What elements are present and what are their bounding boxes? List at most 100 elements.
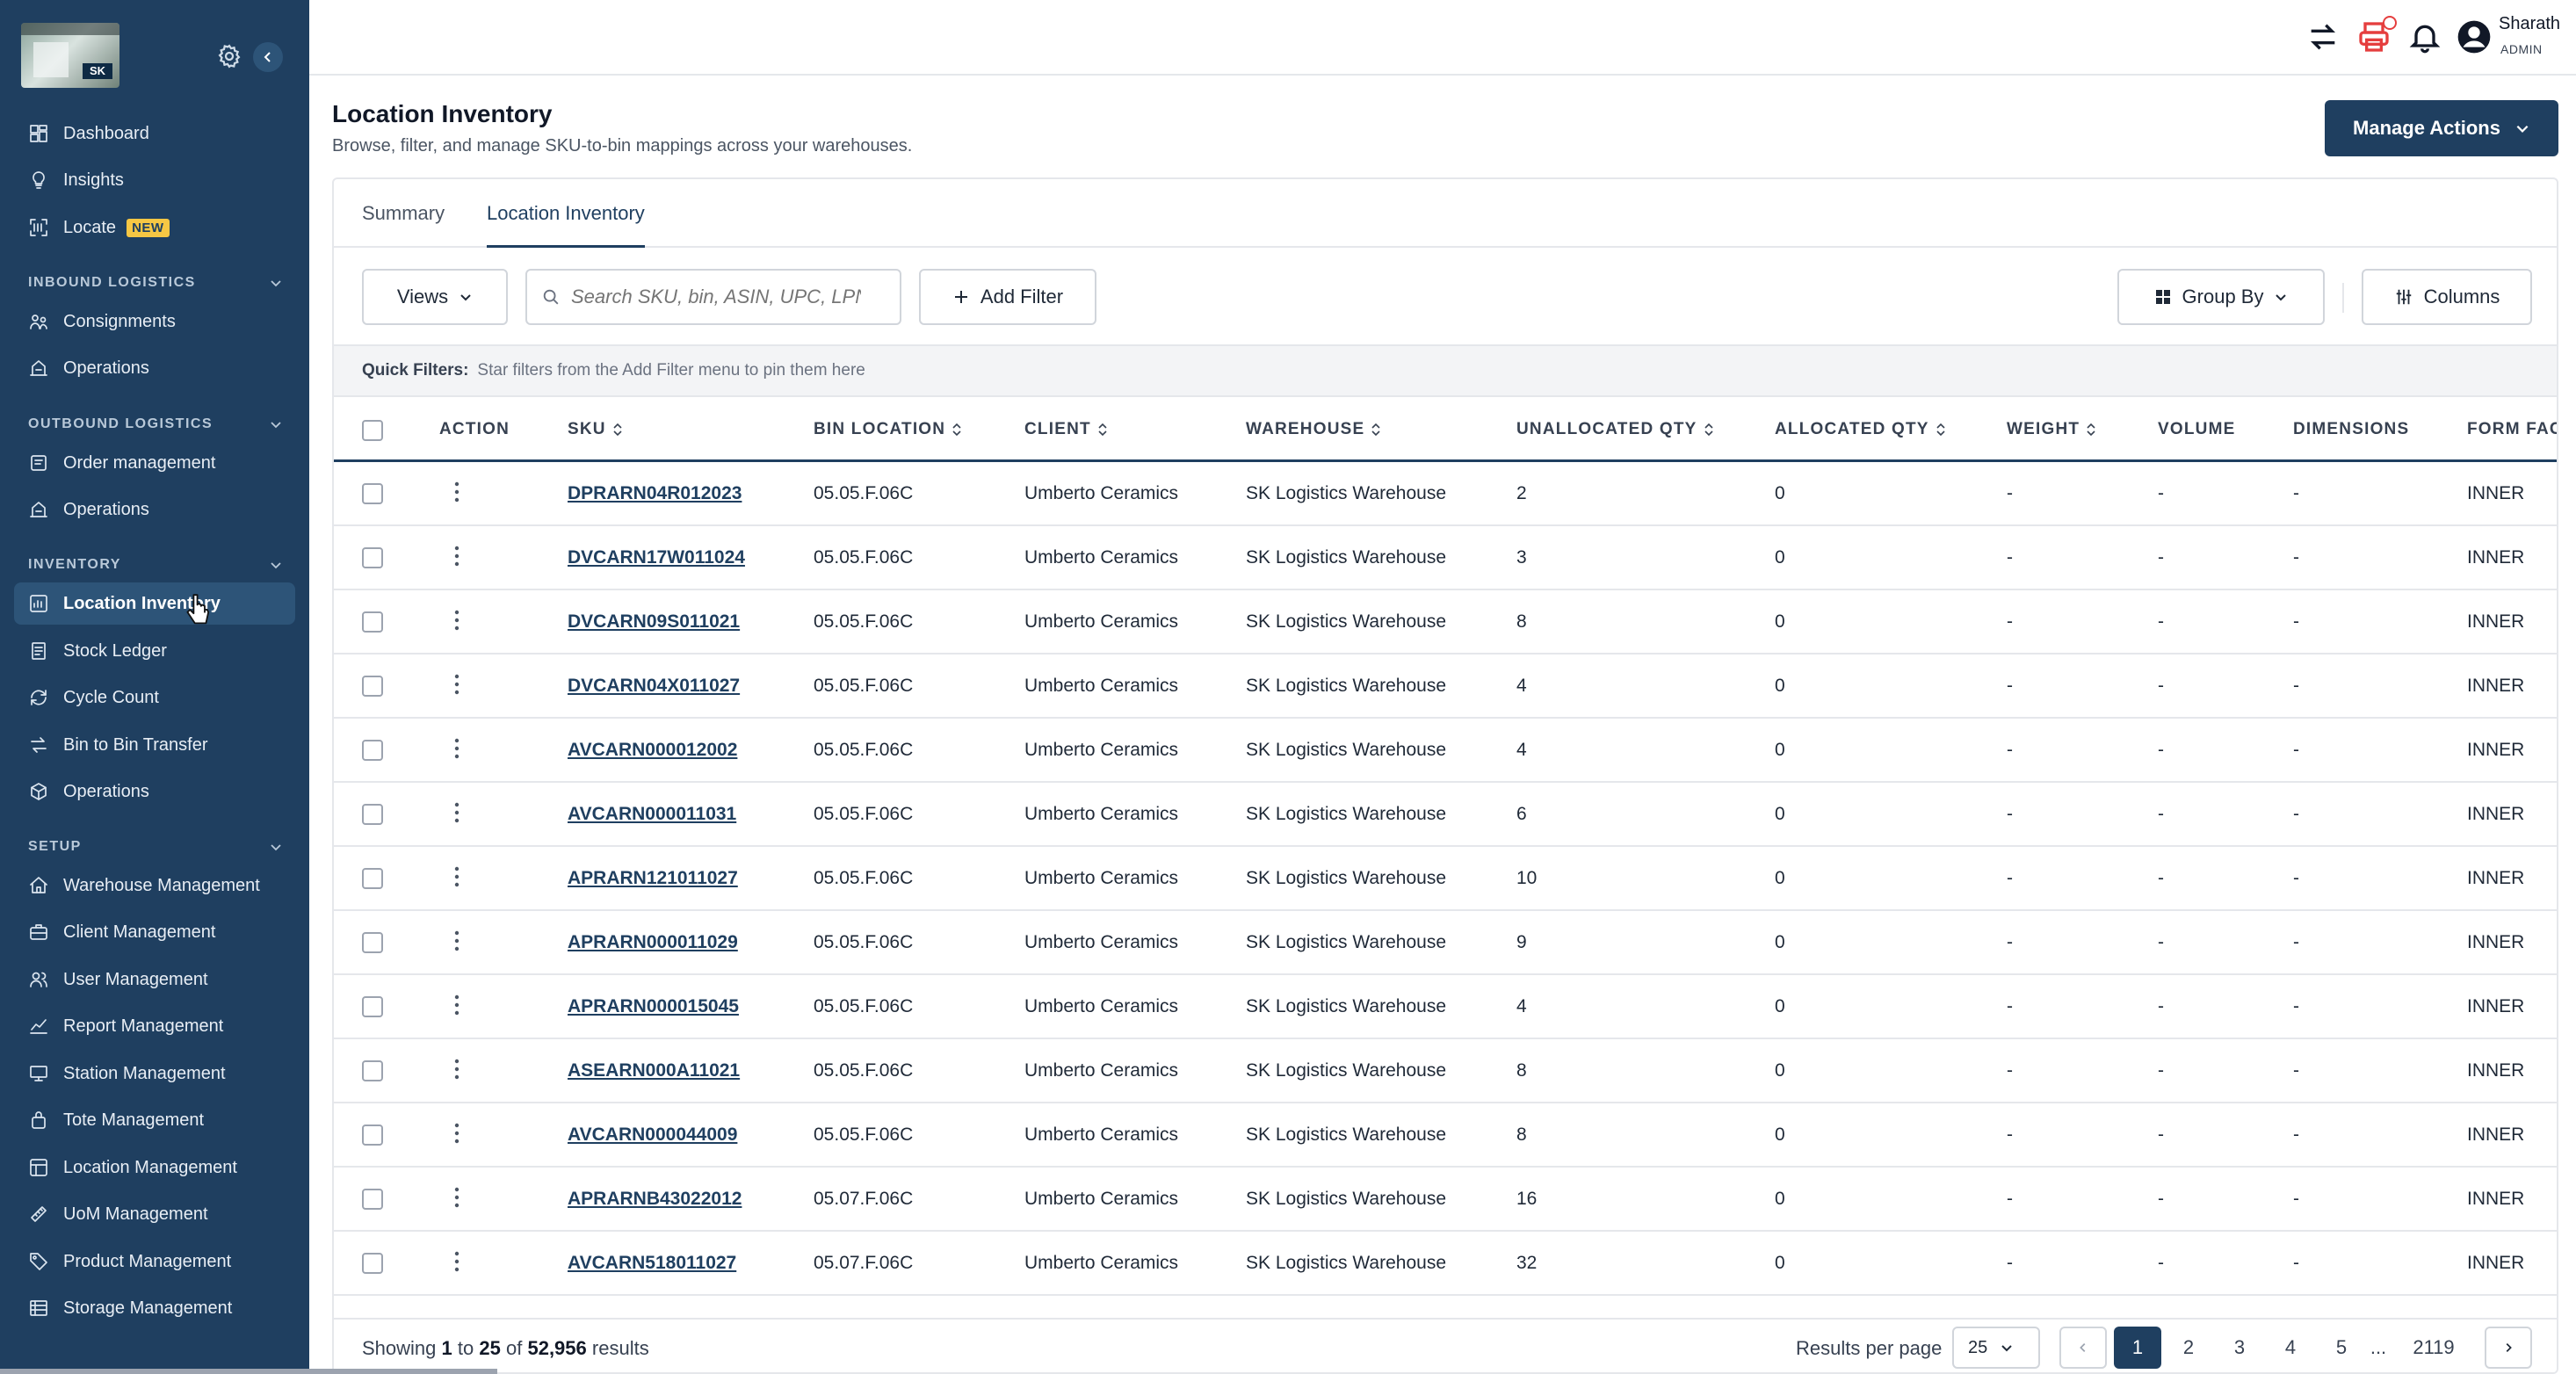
sidebar-item-uom-management[interactable]: UoM Management xyxy=(14,1193,295,1235)
table-row[interactable]: APRARN121011027 05.05.F.06C Umberto Cerami… xyxy=(334,847,2557,911)
user-avatar-icon[interactable] xyxy=(2457,19,2492,54)
page-3-button[interactable]: 3 xyxy=(2216,1327,2263,1369)
row-checkbox[interactable] xyxy=(362,1060,383,1081)
sku-link[interactable]: APRARN000011029 xyxy=(568,932,738,953)
kebab-menu-icon[interactable] xyxy=(453,1057,460,1081)
tab-summary[interactable]: Summary xyxy=(362,202,445,248)
group-by-button[interactable]: Group By xyxy=(2117,269,2325,325)
next-page-button[interactable] xyxy=(2485,1327,2532,1369)
results-per-page-select[interactable]: 25 xyxy=(1952,1327,2040,1369)
sidebar-collapse-button[interactable] xyxy=(253,42,283,72)
sidebar-item-station-management[interactable]: Station Management xyxy=(14,1052,295,1095)
kebab-menu-icon[interactable] xyxy=(453,864,460,889)
table-row[interactable]: DVCARN04X011027 05.05.F.06C Umberto Cerami… xyxy=(334,654,2557,719)
sidebar-item-report-management[interactable]: Report Management xyxy=(14,1005,295,1047)
sku-link[interactable]: AVCARN000044009 xyxy=(568,1125,737,1146)
sidebar-item-operations[interactable]: Operations xyxy=(14,770,295,813)
sku-link[interactable]: AVCARN518011027 xyxy=(568,1253,736,1274)
switch-arrows-icon[interactable] xyxy=(2305,19,2341,54)
table-row[interactable]: APRARNB43022012 05.07.F.06C Umberto Cerami… xyxy=(334,1168,2557,1232)
page-5-button[interactable]: 5 xyxy=(2318,1327,2365,1369)
horizontal-scrollbar[interactable] xyxy=(0,1369,497,1374)
sidebar-item-insights[interactable]: Insights xyxy=(14,159,295,201)
col-sku[interactable]: SKU xyxy=(568,420,624,439)
page-2-button[interactable]: 2 xyxy=(2165,1327,2212,1369)
kebab-menu-icon[interactable] xyxy=(453,608,460,633)
sidebar-item-consignments[interactable]: Consignments xyxy=(14,300,295,343)
table-row[interactable]: ASEARN000A11021 05.05.F.06C Umberto Cerami… xyxy=(334,1039,2557,1103)
row-checkbox[interactable] xyxy=(362,611,383,633)
sidebar-item-cycle-count[interactable]: Cycle Count xyxy=(14,676,295,719)
bell-icon[interactable] xyxy=(2407,19,2442,54)
user-name[interactable]: Sharath xyxy=(2499,14,2560,34)
row-checkbox[interactable] xyxy=(362,483,383,504)
sku-link[interactable]: ASEARN000A11021 xyxy=(568,1060,740,1081)
sku-link[interactable]: APRARNB43022012 xyxy=(568,1189,742,1210)
row-checkbox[interactable] xyxy=(362,1189,383,1210)
table-row[interactable]: APRARN000011029 05.05.F.06C Umberto Cerami… xyxy=(334,911,2557,975)
col-weight[interactable]: WEIGHT xyxy=(2007,420,2097,439)
sku-link[interactable]: AVCARN000011031 xyxy=(568,804,736,825)
row-checkbox[interactable] xyxy=(362,547,383,568)
row-checkbox[interactable] xyxy=(362,932,383,953)
views-button[interactable]: Views xyxy=(362,269,508,325)
sidebar-item-user-management[interactable]: User Management xyxy=(14,958,295,1001)
table-row[interactable]: DPRARN04R012023 05.05.F.06C Umberto Cerami… xyxy=(334,462,2557,526)
page-last-button[interactable]: 2119 xyxy=(2399,1327,2469,1369)
kebab-menu-icon[interactable] xyxy=(453,480,460,504)
table-row[interactable]: DVCARN17W011024 05.05.F.06C Umberto Cerami… xyxy=(334,526,2557,590)
sidebar-item-storage-management[interactable]: Storage Management xyxy=(14,1287,295,1329)
sku-link[interactable]: APRARN121011027 xyxy=(568,868,738,889)
sidebar-item-stock-ledger[interactable]: Stock Ledger xyxy=(14,630,295,672)
table-row[interactable]: AVCARN518011027 05.07.F.06C Umberto Cerami… xyxy=(334,1232,2557,1296)
sku-link[interactable]: DVCARN17W011024 xyxy=(568,547,745,568)
sidebar-item-bin-to-bin-transfer[interactable]: Bin to Bin Transfer xyxy=(14,724,295,766)
kebab-menu-icon[interactable] xyxy=(453,1121,460,1146)
sidebar-item-locate[interactable]: Locate NEW xyxy=(14,206,295,249)
sidebar-item-client-management[interactable]: Client Management xyxy=(14,911,295,953)
section-setup[interactable]: SETUP xyxy=(28,836,283,857)
sidebar-item-location-inventory[interactable]: Location Inventory xyxy=(14,582,295,625)
row-checkbox[interactable] xyxy=(362,1125,383,1146)
kebab-menu-icon[interactable] xyxy=(453,993,460,1017)
sidebar-item-order-management[interactable]: Order management xyxy=(14,442,295,484)
kebab-menu-icon[interactable] xyxy=(453,929,460,953)
kebab-menu-icon[interactable] xyxy=(453,544,460,568)
col-client[interactable]: CLIENT xyxy=(1024,420,1109,439)
col-bin-location[interactable]: BIN LOCATION xyxy=(814,420,963,439)
table-row[interactable]: AVCARN000044009 05.05.F.06C Umberto Cerami… xyxy=(334,1103,2557,1168)
row-checkbox[interactable] xyxy=(362,868,383,889)
search-box[interactable] xyxy=(525,269,901,325)
add-filter-button[interactable]: Add Filter xyxy=(919,269,1096,325)
gear-icon[interactable] xyxy=(216,43,242,69)
company-logo[interactable]: SK xyxy=(21,23,119,88)
col-allocated-qty[interactable]: ALLOCATED QTY xyxy=(1775,420,1947,439)
col-warehouse[interactable]: WAREHOUSE xyxy=(1246,420,1382,439)
sku-link[interactable]: AVCARN000012002 xyxy=(568,740,737,761)
columns-button[interactable]: Columns xyxy=(2362,269,2532,325)
table-row[interactable]: APRARN000015045 05.05.F.06C Umberto Cerami… xyxy=(334,975,2557,1039)
sidebar-item-operations[interactable]: Operations xyxy=(14,488,295,531)
kebab-menu-icon[interactable] xyxy=(453,736,460,761)
section-inventory[interactable]: INVENTORY xyxy=(28,554,283,575)
sidebar-item-operations[interactable]: Operations xyxy=(14,347,295,389)
tab-location-inventory[interactable]: Location Inventory xyxy=(487,202,645,248)
table-row[interactable]: AVCARN000012002 05.05.F.06C Umberto Cerami… xyxy=(334,719,2557,783)
table-row[interactable]: AVCARN000011031 05.05.F.06C Umberto Cerami… xyxy=(334,783,2557,847)
sku-link[interactable]: DVCARN04X011027 xyxy=(568,676,740,697)
row-checkbox[interactable] xyxy=(362,804,383,825)
sku-link[interactable]: APRARN000015045 xyxy=(568,996,739,1017)
sidebar-item-tote-management[interactable]: Tote Management xyxy=(14,1099,295,1141)
section-outbound-logistics[interactable]: OUTBOUND LOGISTICS xyxy=(28,414,283,435)
kebab-menu-icon[interactable] xyxy=(453,1185,460,1210)
page-1-button[interactable]: 1 xyxy=(2114,1327,2161,1369)
manage-actions-button[interactable]: Manage Actions xyxy=(2325,100,2558,156)
sidebar-item-location-management[interactable]: Location Management xyxy=(14,1146,295,1189)
search-input[interactable] xyxy=(571,286,861,308)
row-checkbox[interactable] xyxy=(362,996,383,1017)
select-all-checkbox[interactable] xyxy=(362,420,383,441)
prev-page-button[interactable] xyxy=(2059,1327,2107,1369)
sidebar-item-warehouse-management[interactable]: Warehouse Management xyxy=(14,864,295,907)
page-4-button[interactable]: 4 xyxy=(2267,1327,2314,1369)
kebab-menu-icon[interactable] xyxy=(453,672,460,697)
